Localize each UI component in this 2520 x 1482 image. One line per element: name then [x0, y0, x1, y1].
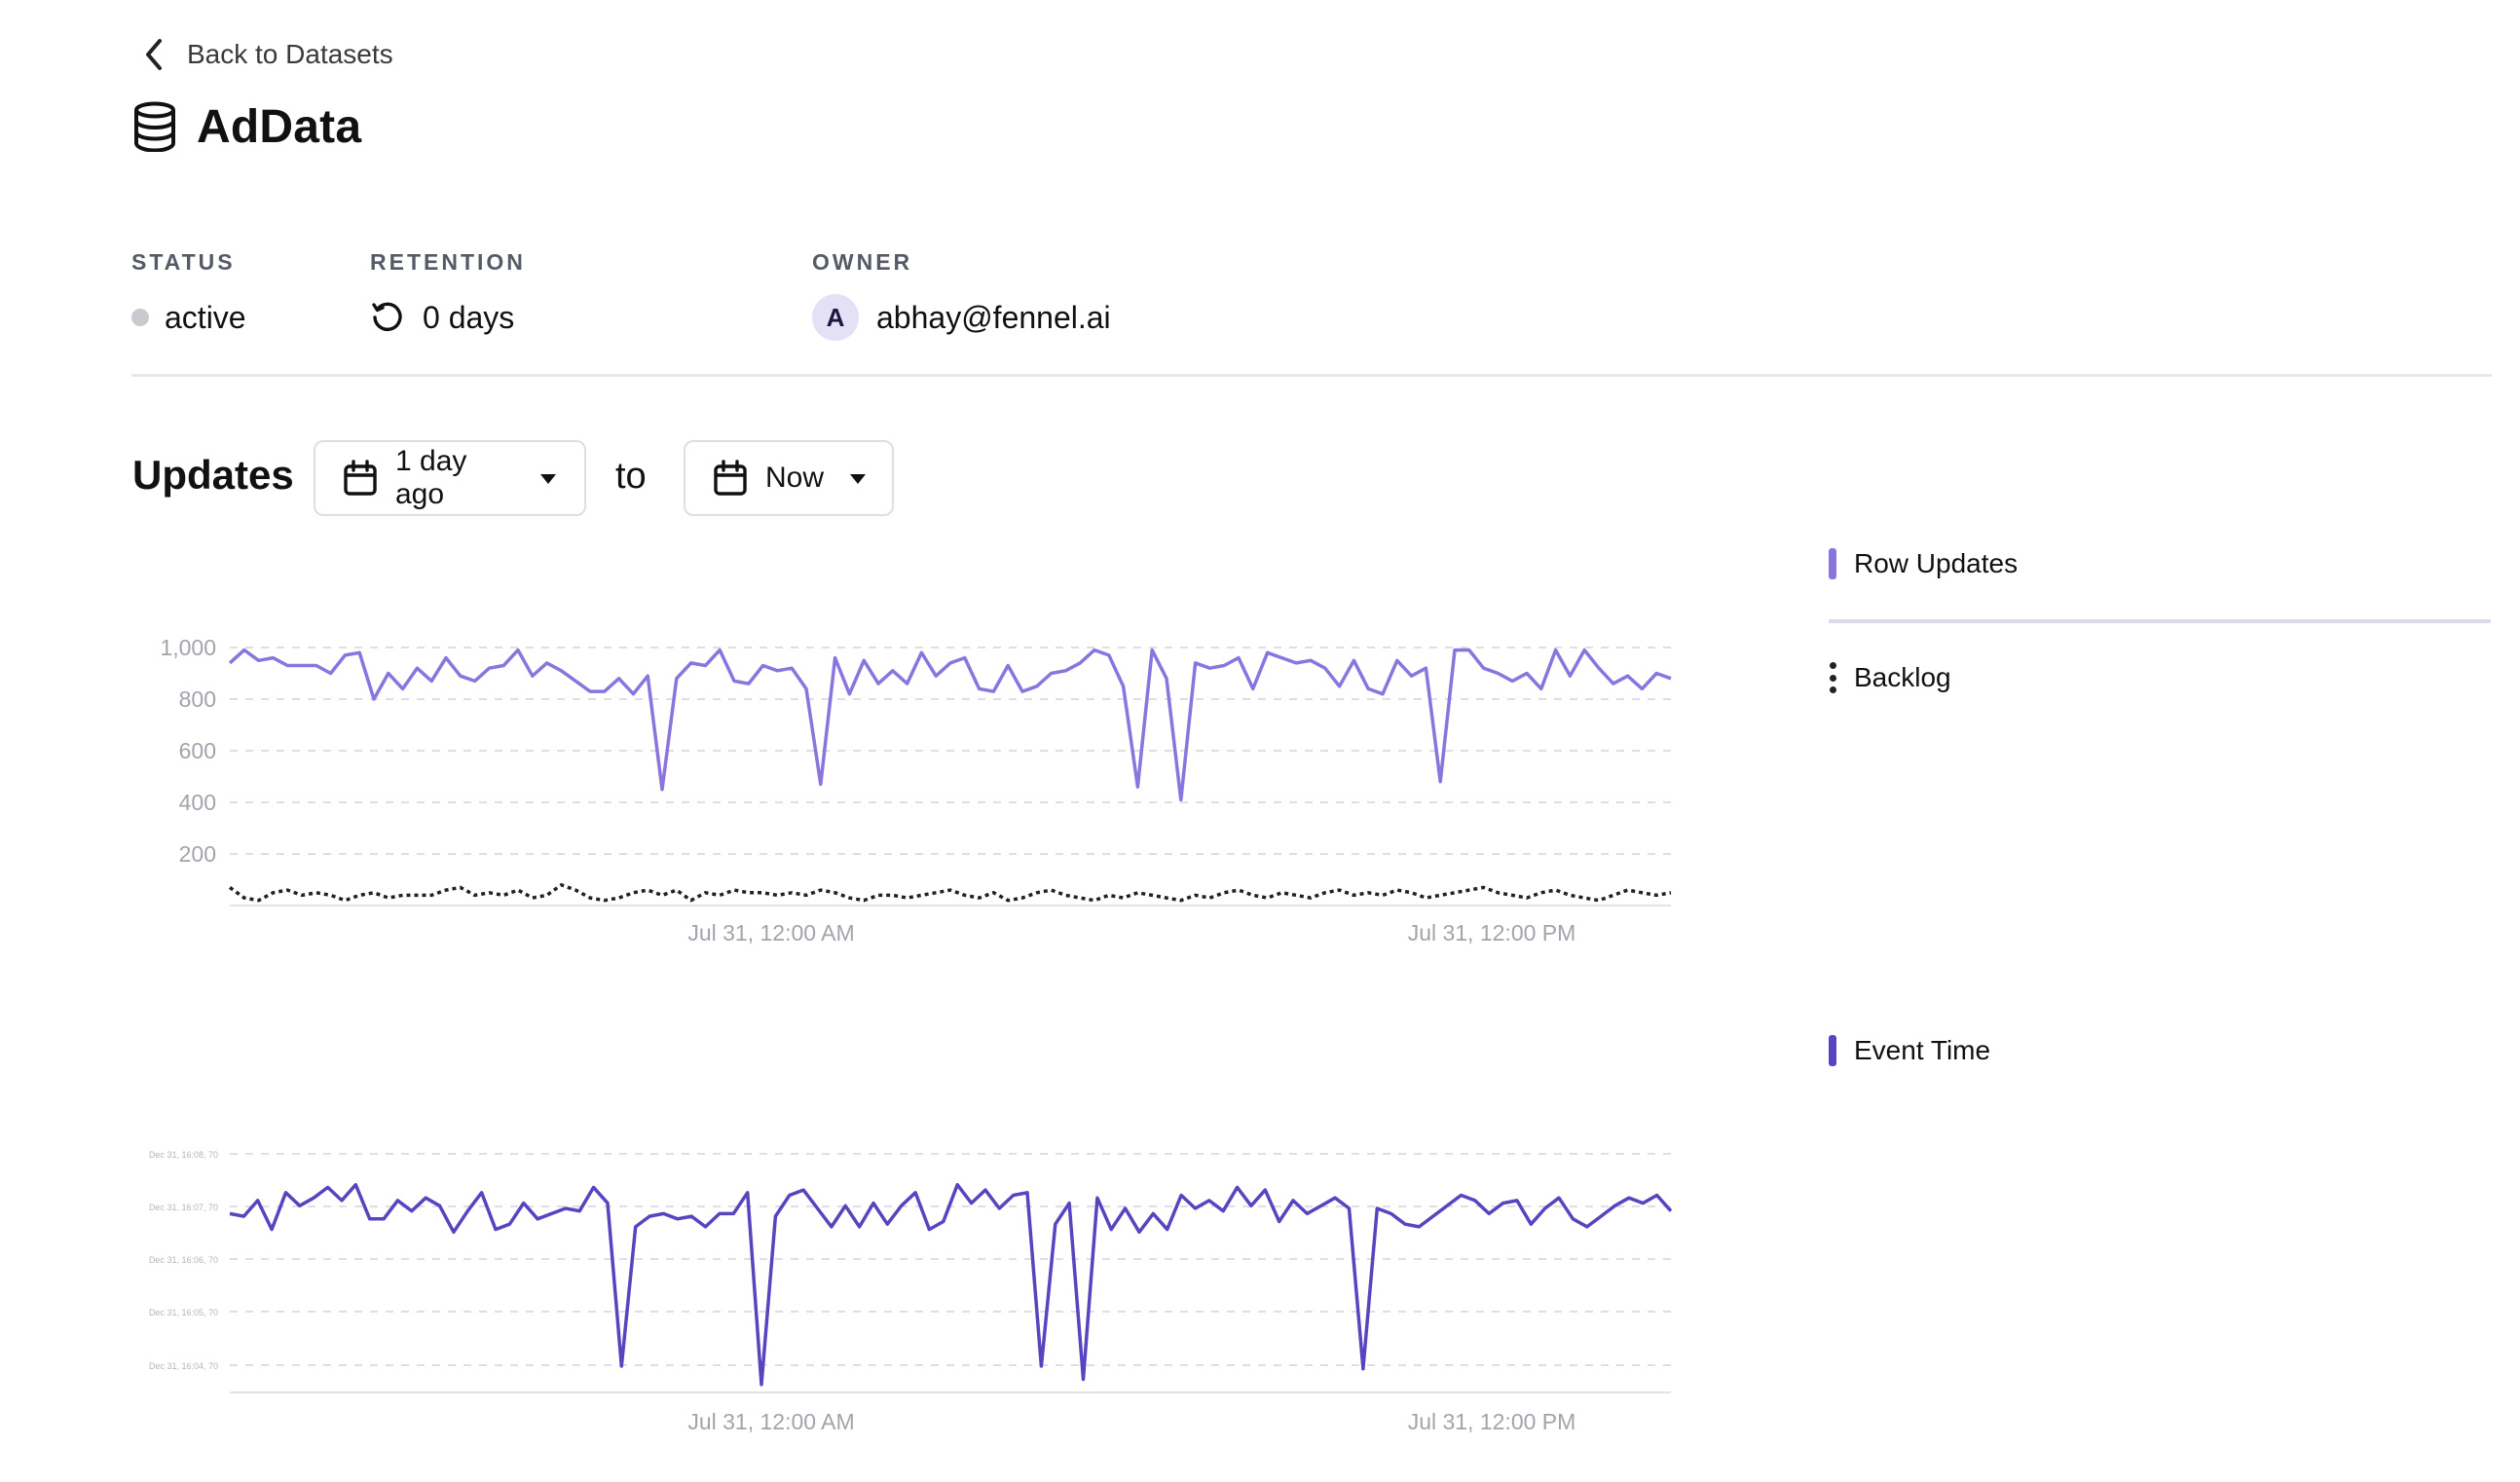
- owner-email: abhay@fennel.ai: [876, 299, 1111, 335]
- event-time-line: [229, 1182, 1673, 1387]
- x-tick-label: Jul 31, 12:00 PM: [1408, 1409, 1576, 1434]
- to-date-label: Now: [765, 462, 825, 494]
- avatar: A: [812, 294, 859, 341]
- backlog-line: [228, 883, 1672, 903]
- legend-event-time[interactable]: Event Time: [1829, 1035, 1990, 1066]
- y-tick-label: Dec 31, 16:07, 70: [149, 1203, 218, 1212]
- from-date-label: 1 day ago: [395, 445, 467, 510]
- chevron-left-icon: [144, 35, 169, 74]
- y-tick-label: Dec 31, 16:04, 70: [149, 1361, 218, 1371]
- to-label: to: [615, 456, 647, 497]
- y-tick-label: 800: [179, 686, 216, 712]
- owner-label: OWNER: [812, 249, 913, 275]
- y-tick-label: 400: [179, 790, 216, 815]
- legend-event-time-label: Event Time: [1854, 1035, 1991, 1065]
- calendar-icon: [343, 460, 378, 497]
- y-tick-label: 1,000: [160, 635, 216, 660]
- updates-title: Updates: [132, 452, 294, 498]
- history-icon: [370, 300, 405, 335]
- legend-row-updates-label: Row Updates: [1854, 548, 2019, 578]
- legend-divider: [1829, 619, 2491, 623]
- legend-event-time-swatch: [1829, 1035, 1836, 1066]
- to-date-picker[interactable]: Now: [684, 440, 894, 516]
- retention-text: 0 days: [423, 299, 515, 335]
- retention-label: RETENTION: [370, 249, 526, 275]
- event-time-chart: Dec 31, 16:08, 70 Dec 31, 16:07, 70 Dec 31…: [149, 1150, 1673, 1434]
- y-tick-label: Dec 31, 16:06, 70: [149, 1255, 218, 1265]
- row-updates-line: [228, 648, 1672, 802]
- y-tick-label: Dec 31, 16:05, 70: [149, 1308, 218, 1317]
- status-value: active: [131, 298, 246, 337]
- legend-row-updates[interactable]: Row Updates: [1829, 548, 2018, 579]
- legend-backlog[interactable]: Backlog: [1829, 662, 1951, 693]
- database-icon: [132, 101, 177, 153]
- dotted-line-icon: [1829, 662, 1836, 693]
- legend-row-updates-swatch: [1829, 548, 1836, 579]
- from-date-picker[interactable]: 1 day ago: [314, 440, 586, 516]
- back-to-datasets-link[interactable]: Back to Datasets: [144, 35, 393, 74]
- page-title: AdData: [197, 100, 362, 153]
- x-tick-label: Jul 31, 12:00 AM: [687, 920, 854, 945]
- section-divider: [131, 374, 2492, 377]
- legend-backlog-label: Backlog: [1854, 662, 1951, 692]
- caret-down-icon: [539, 472, 557, 484]
- status-text: active: [165, 299, 246, 335]
- owner-value: A abhay@fennel.ai: [812, 294, 1111, 341]
- calendar-icon: [713, 460, 748, 497]
- status-label: STATUS: [131, 249, 236, 275]
- page-title-row: AdData: [132, 95, 361, 158]
- x-tick-label: Jul 31, 12:00 AM: [687, 1409, 854, 1434]
- retention-value: 0 days: [370, 298, 514, 337]
- y-tick-label: 200: [179, 841, 216, 867]
- row-updates-chart: 1,000 800 600 400 200 Jul 31, 12:00 AM Jul 31,…: [160, 635, 1672, 945]
- back-link-label: Back to Datasets: [187, 39, 393, 69]
- caret-down-icon: [849, 472, 867, 484]
- y-tick-label: Dec 31, 16:08, 70: [149, 1150, 218, 1160]
- x-tick-label: Jul 31, 12:00 PM: [1408, 920, 1576, 945]
- y-tick-label: 600: [179, 738, 216, 763]
- status-dot-icon: [131, 309, 149, 326]
